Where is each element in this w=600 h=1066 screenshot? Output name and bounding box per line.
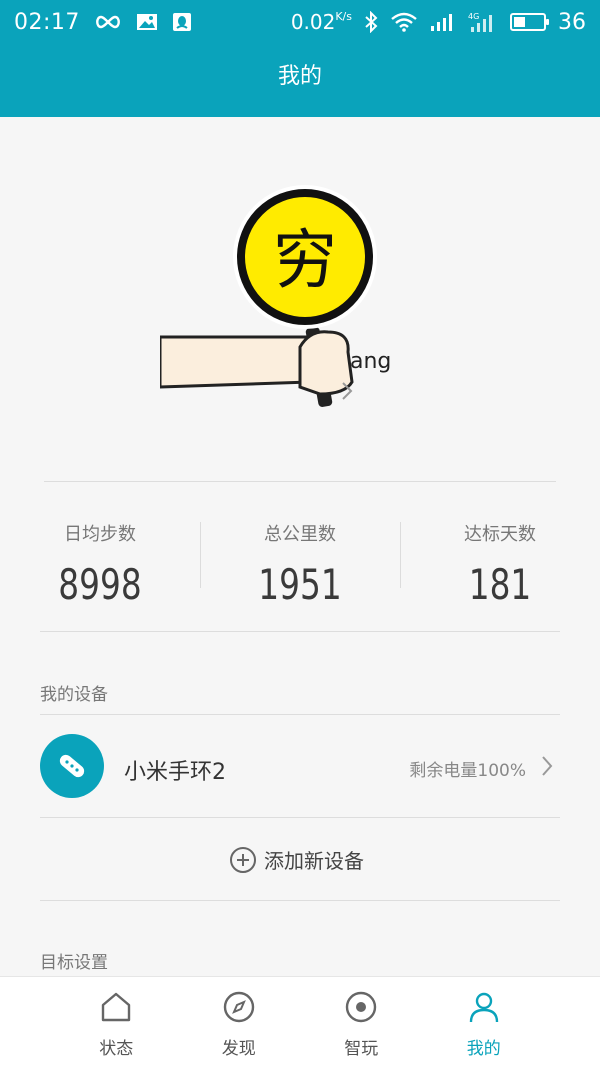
stat-avg-steps: 日均步数 8998 — [0, 500, 200, 612]
stat-total-km: 总公里数 1951 — [200, 500, 400, 612]
stat-goal-days: 达标天数 181 — [400, 500, 600, 612]
divider — [40, 631, 560, 632]
battery-level: 36 — [558, 9, 586, 35]
target-icon — [345, 991, 377, 1028]
divider — [40, 900, 560, 901]
chevron-right-icon[interactable] — [340, 380, 354, 406]
stat-value: 181 — [468, 560, 532, 609]
infinity-icon — [94, 14, 122, 30]
wifi-icon — [390, 12, 418, 32]
avatar[interactable]: 穷 — [160, 182, 390, 442]
add-device-button[interactable]: 添加新设备 — [230, 845, 364, 874]
home-icon — [99, 991, 133, 1028]
stat-label: 日均步数 — [64, 524, 136, 545]
goal-section-title: 目标设置 — [40, 953, 108, 973]
stat-label: 达标天数 — [464, 524, 536, 545]
compass-icon — [223, 991, 255, 1028]
stat-value: 1951 — [258, 560, 342, 609]
add-device-label: 添加新设备 — [264, 849, 364, 873]
bottom-nav: 状态 发现 智玩 我的 — [0, 976, 600, 1066]
device-battery-status: 剩余电量100% — [409, 761, 526, 781]
devices-section-title: 我的设备 — [40, 685, 108, 705]
tab-smart-play[interactable]: 智玩 — [300, 977, 423, 1066]
tab-me[interactable]: 我的 — [423, 977, 546, 1066]
stats-row: 日均步数 8998 总公里数 1951 达标天数 181 — [0, 500, 600, 612]
stat-value: 8998 — [58, 560, 142, 609]
bluetooth-icon — [364, 11, 378, 33]
device-name: 小米手环2 — [124, 760, 226, 785]
tab-label: 智玩 — [344, 1039, 379, 1059]
avatar-sign-text: 穷 — [273, 224, 337, 298]
qq-icon — [172, 12, 192, 32]
divider — [40, 714, 560, 715]
tab-discover[interactable]: 发现 — [178, 977, 301, 1066]
tab-label: 状态 — [99, 1039, 134, 1059]
page-title: 我的 — [277, 64, 322, 89]
person-icon — [468, 991, 500, 1028]
app-header: 02:17 0.02K/s 4G 36 我的 — [0, 0, 600, 117]
network-type: 4G — [468, 12, 479, 21]
device-row[interactable]: 小米手环2 剩余电量100% — [0, 716, 600, 816]
stat-label: 总公里数 — [264, 524, 336, 545]
signal-4g-icon: 4G — [468, 11, 498, 33]
chevron-right-icon[interactable] — [540, 754, 554, 782]
username[interactable]: ang — [350, 349, 391, 374]
profile-section[interactable]: 穷 ang — [0, 117, 600, 482]
divider — [44, 481, 556, 482]
signal-icon — [430, 12, 456, 32]
divider — [40, 817, 560, 818]
status-time: 02:17 — [14, 9, 80, 35]
add-circle-icon — [230, 846, 256, 873]
image-icon — [136, 13, 158, 31]
network-speed: 0.02K/s — [291, 10, 352, 34]
tab-status[interactable]: 状态 — [55, 977, 178, 1066]
battery-icon — [510, 13, 549, 31]
speed-value: 0.02 — [290, 10, 336, 34]
tab-label: 我的 — [466, 1039, 501, 1059]
speed-unit: K/s — [335, 10, 352, 23]
band-icon — [40, 734, 104, 798]
status-bar: 02:17 0.02K/s 4G 36 — [0, 0, 600, 44]
tab-label: 发现 — [221, 1039, 256, 1059]
